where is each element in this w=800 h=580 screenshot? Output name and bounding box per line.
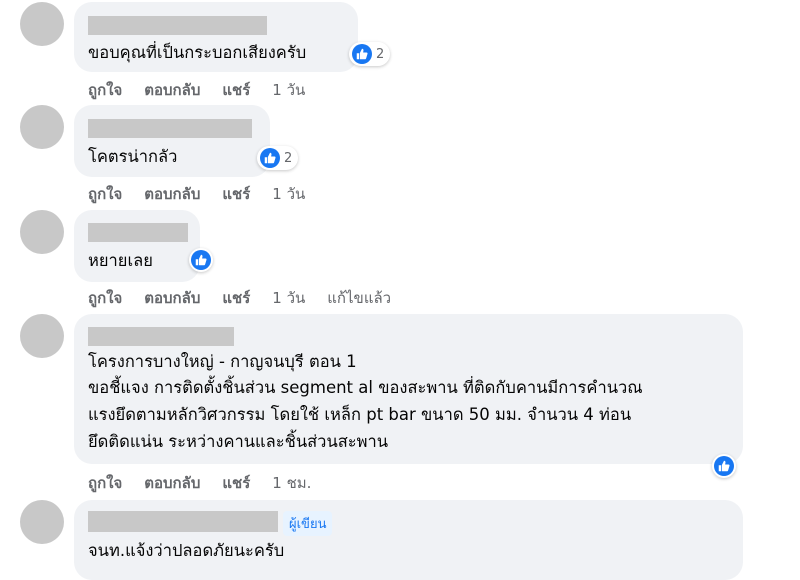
author-name-redacted[interactable] <box>88 511 278 532</box>
comment-text: ขอบคุณที่เป็นกระบอกเสียงครับ <box>88 43 307 62</box>
comment-bubble: โครงการบางใหญ่ - กาญจนบุรี ตอน 1 ขอชี้แจ… <box>74 314 743 464</box>
comment-bubble: ผู้เขียน จนท.แจ้งว่าปลอดภัยนะครับ <box>74 500 743 580</box>
author-name-redacted[interactable] <box>88 16 267 35</box>
comment-line-3: แรงยึดตามหลักวิศวกรรม โดยใช้ เหล็ก pt ba… <box>88 405 632 424</box>
avatar[interactable] <box>20 500 64 544</box>
timestamp-link[interactable]: 1 ชม. <box>272 471 311 495</box>
comment-actions: ถูกใจ ตอบกลับ แชร์ 1 ชม. <box>88 471 333 495</box>
comment-actions: ถูกใจ ตอบกลับ แชร์ 1 วัน <box>88 182 327 206</box>
thumbs-up-icon <box>260 148 280 168</box>
avatar[interactable] <box>20 314 64 358</box>
reaction-badge[interactable] <box>189 248 213 272</box>
share-link[interactable]: แชร์ <box>222 182 250 206</box>
reaction-badge[interactable]: 2 <box>349 42 391 66</box>
reply-link[interactable]: ตอบกลับ <box>144 182 200 206</box>
timestamp-link[interactable]: 1 วัน <box>272 286 305 310</box>
reply-link[interactable]: ตอบกลับ <box>144 286 200 310</box>
reaction-badge[interactable]: 2 <box>257 146 299 170</box>
thumbs-up-icon <box>352 44 372 64</box>
like-link[interactable]: ถูกใจ <box>88 286 122 310</box>
avatar[interactable] <box>20 210 64 254</box>
comment-line-4: ยึดติดแน่น ระหว่างคานและชิ้นส่วนสะพาน <box>88 432 389 451</box>
timestamp-link[interactable]: 1 วัน <box>272 182 305 206</box>
timestamp-link[interactable]: 1 วัน <box>272 78 305 102</box>
comment-text: โคตรน่ากลัว <box>88 147 178 166</box>
comment-text: หยายเลย <box>88 251 153 270</box>
comment-actions: ถูกใจ ตอบกลับ แชร์ 1 วัน <box>88 78 327 102</box>
author-name-redacted[interactable] <box>88 223 188 242</box>
share-link[interactable]: แชร์ <box>222 78 250 102</box>
reaction-badge[interactable] <box>712 454 736 478</box>
comment-bubble: โคตรน่ากลัว <box>74 105 270 177</box>
like-link[interactable]: ถูกใจ <box>88 78 122 102</box>
edited-link[interactable]: แก้ไขแล้ว <box>327 286 391 310</box>
comment-bubble: ขอบคุณที่เป็นกระบอกเสียงครับ <box>74 2 358 72</box>
thumbs-up-icon <box>191 250 211 270</box>
comment-text: จนท.แจ้งว่าปลอดภัยนะครับ <box>88 541 285 560</box>
author-badge: ผู้เขียน <box>283 511 333 536</box>
share-link[interactable]: แชร์ <box>222 471 250 495</box>
comment-actions: ถูกใจ ตอบกลับ แชร์ 1 วัน แก้ไขแล้ว <box>88 286 413 310</box>
author-name-redacted[interactable] <box>88 327 234 346</box>
reply-link[interactable]: ตอบกลับ <box>144 78 200 102</box>
comment-line-2: ขอชี้แจง การติดตั้งชิ้นส่วน segment al ข… <box>88 378 643 397</box>
thumbs-up-icon <box>714 456 734 476</box>
comment-line-1: โครงการบางใหญ่ - กาญจนบุรี ตอน 1 <box>88 352 357 371</box>
share-link[interactable]: แชร์ <box>222 286 250 310</box>
reaction-count: 2 <box>376 46 385 62</box>
avatar[interactable] <box>20 2 64 46</box>
reply-link[interactable]: ตอบกลับ <box>144 471 200 495</box>
reaction-count: 2 <box>284 150 293 166</box>
author-name-redacted[interactable] <box>88 119 252 138</box>
like-link[interactable]: ถูกใจ <box>88 182 122 206</box>
like-link[interactable]: ถูกใจ <box>88 471 122 495</box>
avatar[interactable] <box>20 105 64 149</box>
comment-bubble: หยายเลย <box>74 210 200 282</box>
